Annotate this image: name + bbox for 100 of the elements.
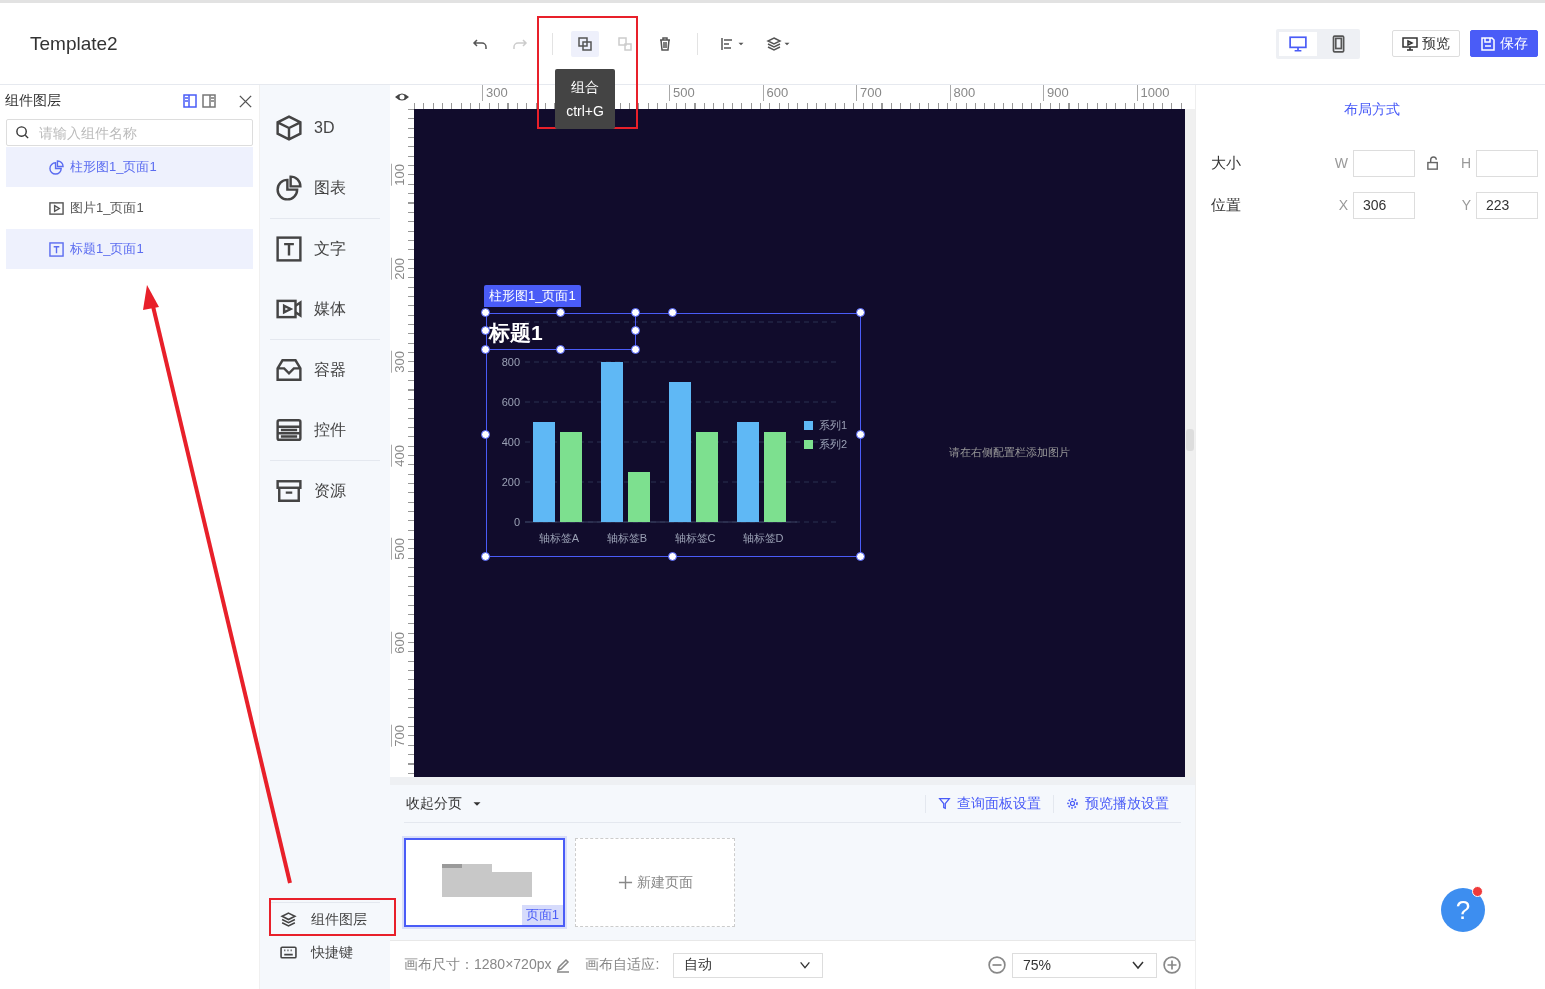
gear-icon: [1066, 797, 1079, 810]
fit-label: 画布自适应:: [585, 956, 660, 974]
input-field[interactable]: 223: [1476, 191, 1538, 219]
field-label: 位置: [1211, 195, 1242, 215]
zoom-out-icon: [988, 956, 1006, 974]
ruler-label: 400: [391, 444, 408, 467]
view-mode-button[interactable]: [182, 93, 198, 109]
monitor-icon: [1402, 35, 1418, 52]
resize-handle[interactable]: [668, 552, 677, 561]
shortcut-text: ctrl+G: [566, 102, 604, 119]
axis-category-label: 轴标签D: [742, 532, 784, 544]
field-label: W: [1333, 155, 1348, 171]
input-field[interactable]: [1353, 149, 1415, 177]
component-item[interactable]: 3D: [270, 98, 380, 158]
ruler-label: 900: [1043, 85, 1069, 101]
layers-icon: [766, 35, 782, 52]
field-label: 大小: [1211, 153, 1242, 173]
text-icon: [49, 241, 64, 257]
save-button[interactable]: 保存: [1470, 30, 1538, 57]
ungroup-icon: [617, 35, 633, 52]
lock-icon: [1425, 155, 1441, 171]
resize-handle[interactable]: [481, 345, 490, 354]
close-icon: [238, 93, 253, 109]
resize-handle[interactable]: [856, 430, 865, 439]
component-item[interactable]: 容器: [270, 340, 380, 400]
ruler-label: 600: [762, 85, 789, 101]
image-placeholder-text: 请在右侧配置栏添加图片: [949, 445, 1070, 460]
keyboard-icon: [280, 944, 297, 961]
layer-item[interactable]: 柱形图1_页面1: [6, 147, 253, 187]
axis-category-label: 轴标签A: [538, 532, 580, 544]
page-label: 页面1: [521, 905, 563, 925]
component-item[interactable]: 图表: [270, 158, 380, 218]
legend-label: 系列1: [819, 419, 848, 431]
legend-swatch: [804, 421, 813, 430]
resize-handle[interactable]: [668, 308, 677, 317]
canvas-size-text: 画布尺寸：1280×720px: [404, 956, 552, 974]
resize-handle[interactable]: [556, 308, 565, 317]
axis-category-label: 轴标签C: [674, 532, 716, 544]
component-item[interactable]: 文字: [270, 219, 380, 279]
layers-icon: [280, 911, 297, 928]
axis-tick-label: 200: [501, 476, 520, 488]
fit-select[interactable]: 自动: [673, 952, 824, 978]
tooltip-title: 组合: [571, 78, 599, 97]
title-text: 标题1: [489, 320, 543, 346]
ruler-label: 600: [391, 631, 408, 654]
resize-handle[interactable]: [856, 308, 865, 317]
pencil-icon: [555, 957, 572, 973]
trash-icon: [657, 35, 673, 52]
save-icon: [1480, 35, 1496, 52]
ruler-label: 300: [482, 85, 508, 101]
axis-tick-label: 800: [501, 356, 520, 368]
ruler-label: 700: [856, 85, 882, 101]
desktop-view-button[interactable]: [1279, 31, 1317, 56]
tray-icon: [276, 357, 302, 383]
resize-handle[interactable]: [856, 552, 865, 561]
component-item[interactable]: 资源: [270, 461, 380, 521]
field-label: X: [1337, 197, 1348, 213]
layer-item[interactable]: 图片1_页面1: [6, 188, 253, 228]
resize-handle[interactable]: [631, 345, 640, 354]
panel-title: 组件图层: [5, 92, 62, 110]
legend-label: 系列2: [819, 438, 848, 450]
collapse-pages-button[interactable]: 收起分页: [406, 794, 484, 813]
layers-item[interactable]: 组件图层: [270, 903, 380, 936]
monitor-icon: [1289, 34, 1307, 53]
scrollbar-thumb[interactable]: [1186, 429, 1194, 451]
page-thumbnail[interactable]: 页面1: [404, 838, 565, 927]
search-icon: [15, 125, 30, 140]
preview-button[interactable]: 预览: [1392, 30, 1460, 57]
view-mode-button[interactable]: [201, 93, 217, 109]
search-field[interactable]: 请输入组件名称: [6, 119, 253, 146]
pie-chart-icon: [276, 175, 302, 201]
playback-settings-link[interactable]: 预览播放设置: [1053, 794, 1181, 813]
resize-handle[interactable]: [481, 430, 490, 439]
resize-handle[interactable]: [481, 552, 490, 561]
selection-tag: 柱形图1_页面1: [484, 285, 581, 307]
query-panel-settings-link[interactable]: 查询面板设置: [925, 794, 1053, 813]
component-item[interactable]: 控件: [270, 400, 380, 460]
ruler-label: 100: [391, 164, 408, 186]
archive-icon: [276, 478, 302, 504]
legend-swatch: [804, 440, 813, 449]
axis-category-label: 轴标签B: [606, 532, 648, 544]
ruler-label: 200: [391, 257, 408, 280]
text-icon: [276, 236, 302, 262]
axis-tick-label: 600: [501, 396, 520, 408]
input-field[interactable]: 306: [1353, 191, 1415, 219]
layout-tab[interactable]: 布局方式: [1206, 101, 1538, 119]
close-button[interactable]: [238, 93, 253, 109]
resize-handle[interactable]: [556, 345, 565, 354]
axis-tick-label: 0: [513, 516, 520, 528]
new-page-button[interactable]: 新建页面: [575, 838, 735, 927]
left-panel-icon: [182, 93, 198, 109]
pie-chart-icon: [49, 159, 64, 175]
layer-item[interactable]: 标题1_页面1: [6, 229, 253, 269]
component-item[interactable]: 媒体: [270, 279, 380, 339]
shortcuts-item[interactable]: 快捷键: [270, 936, 380, 969]
zoom-select[interactable]: 75%: [1012, 952, 1157, 978]
field-label: Y: [1460, 197, 1471, 213]
ruler-label: 500: [391, 538, 408, 560]
image-icon: [49, 200, 64, 216]
input-field[interactable]: [1476, 149, 1538, 177]
